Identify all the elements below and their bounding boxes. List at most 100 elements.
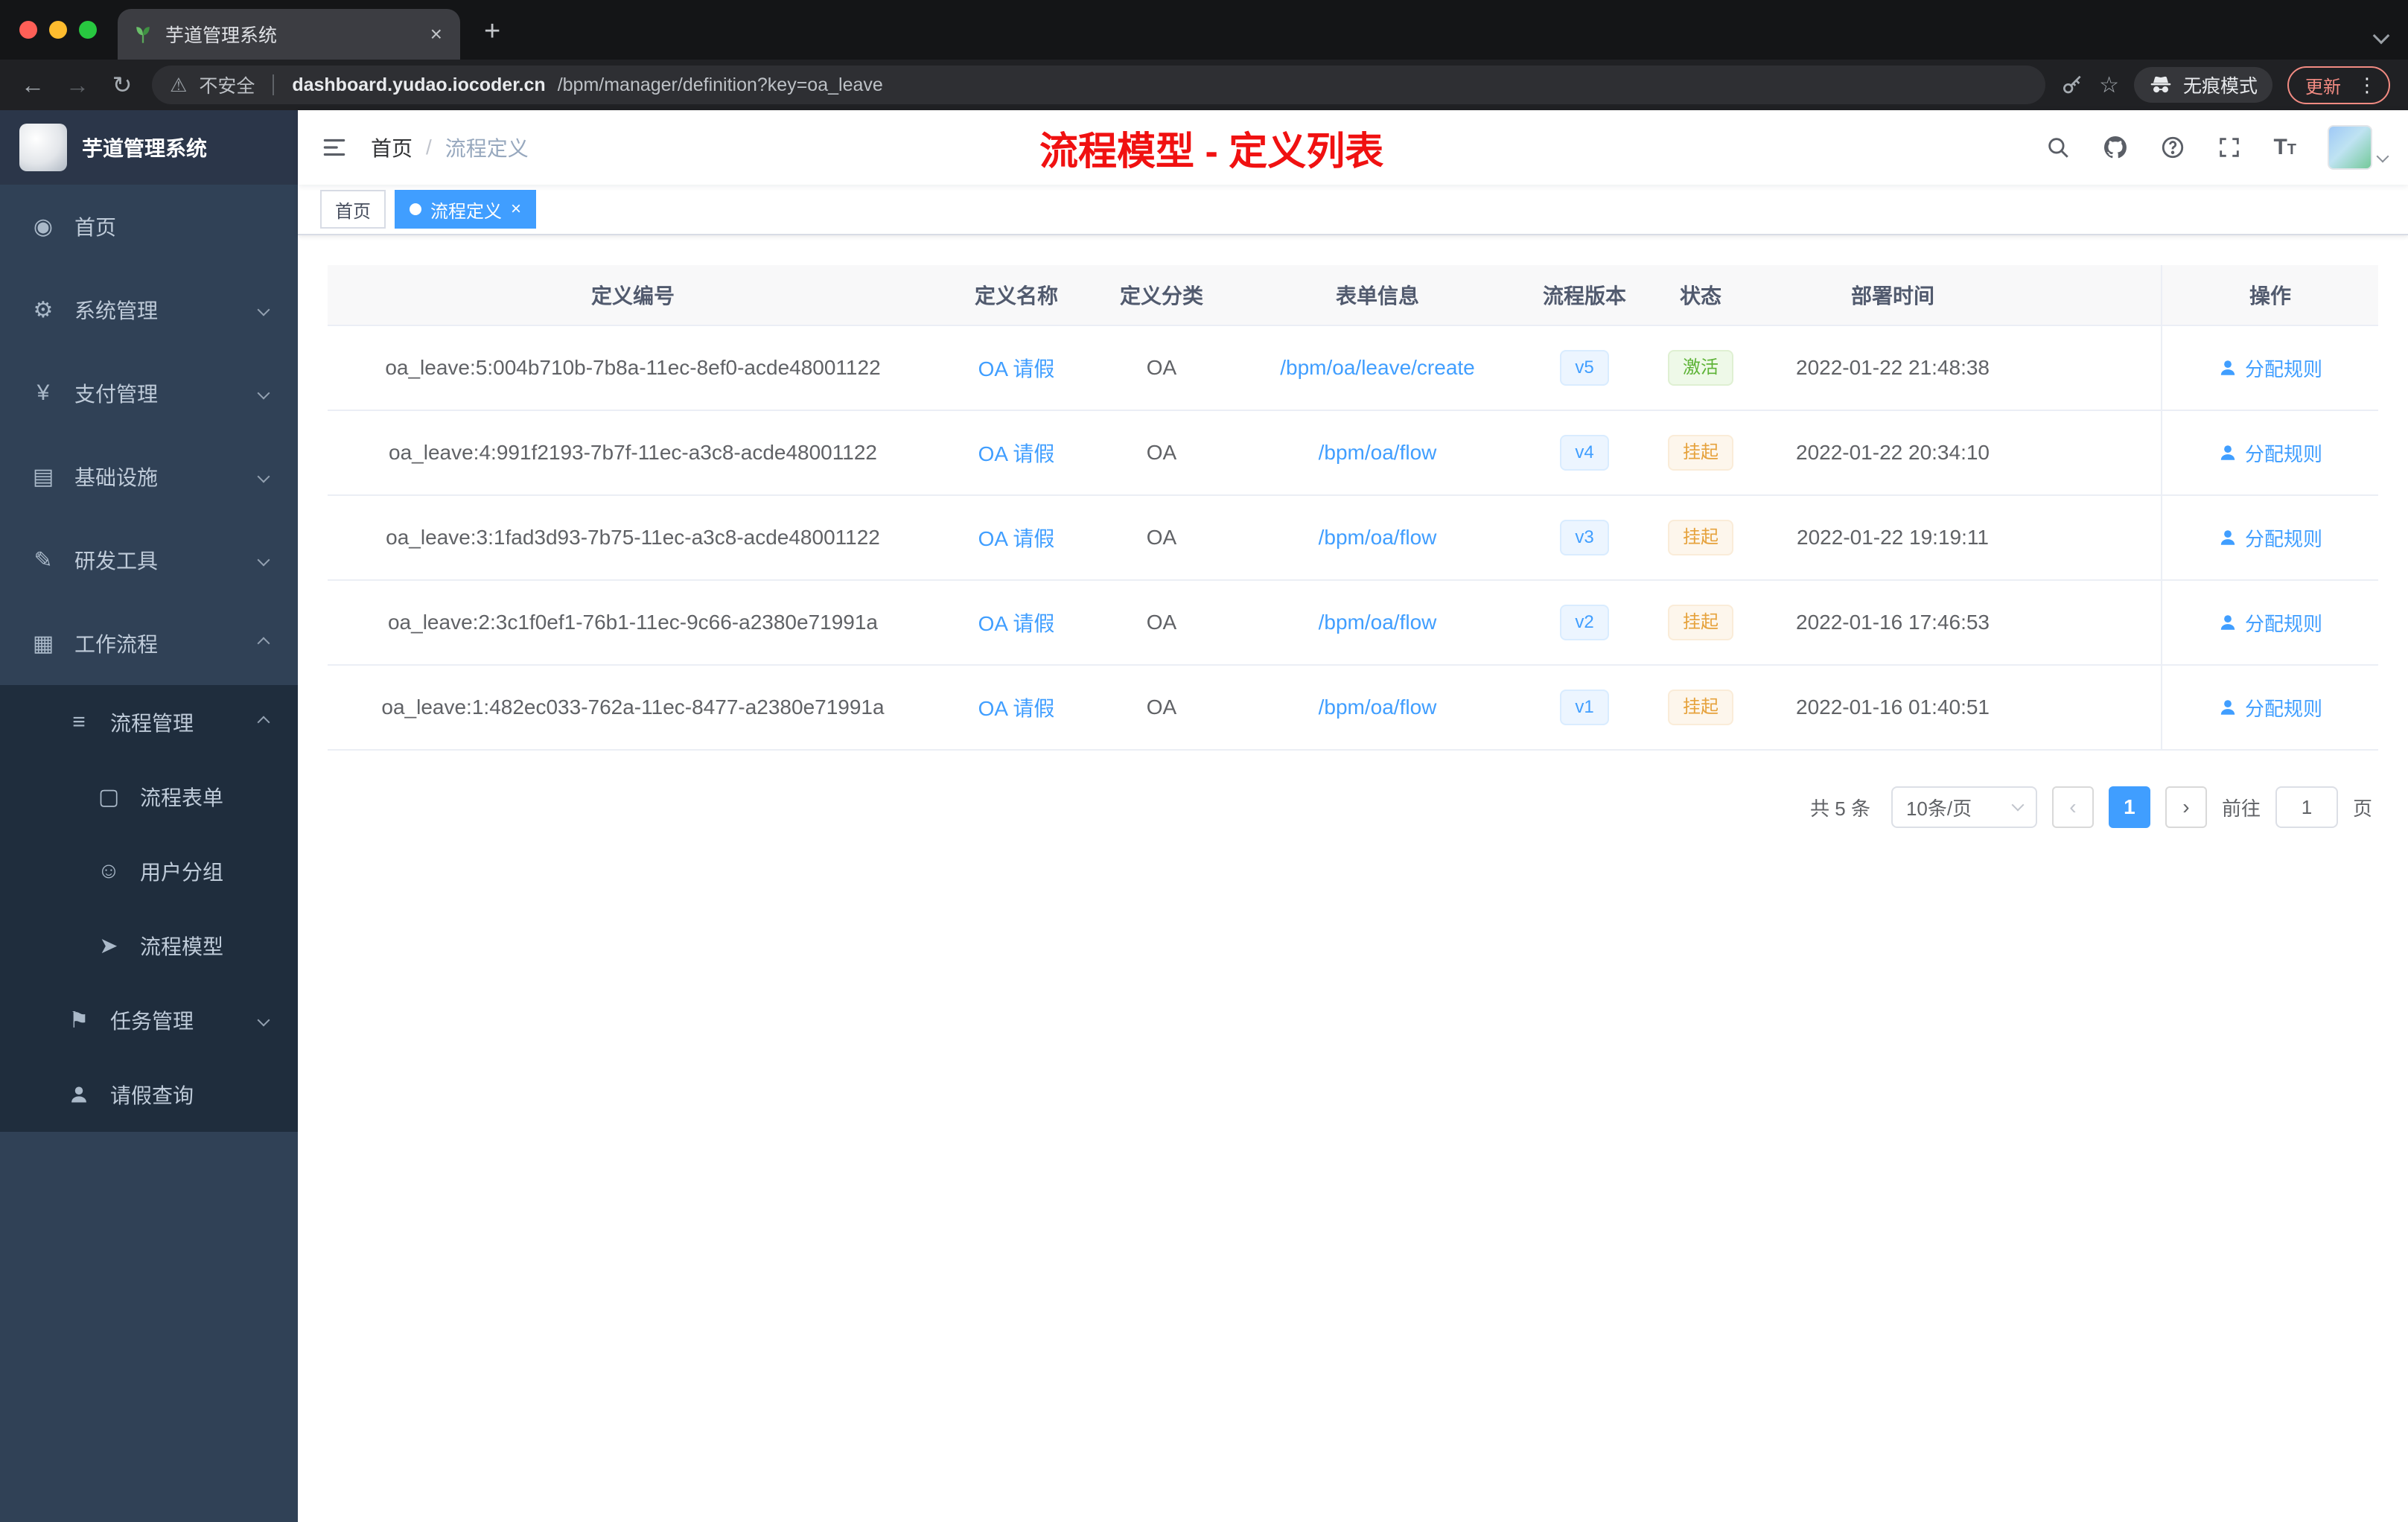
security-label: 不安全 [199,76,255,97]
security-warning-icon[interactable]: ⚠ [170,74,187,97]
sidebar-item-task-management[interactable]: ⚑ 任务管理 [0,983,298,1057]
prev-page-button[interactable]: ‹ [2051,786,2094,828]
definition-name-link[interactable]: OA 请假 [978,608,1055,637]
col-status: 状态 [1679,284,1721,308]
breadcrumb: 首页 / 流程定义 [371,133,529,162]
tag-close-icon[interactable]: × [511,200,521,218]
password-key-icon[interactable] [2060,73,2084,97]
chevron-up-icon [257,716,270,729]
page-size-select[interactable]: 10条/页 [1891,786,2037,828]
form-link[interactable]: /bpm/oa/flow [1319,526,1437,550]
sidebar-item-devtools[interactable]: ✎ 研发工具 [0,518,298,602]
form-link[interactable]: /bpm/oa/leave/create [1280,356,1475,380]
forward-button[interactable]: → [63,71,92,99]
window-zoom-button[interactable] [79,21,97,39]
definition-category: OA [1146,526,1177,549]
tab-close-icon[interactable]: × [427,22,445,46]
col-definition-category: 定义分类 [1119,284,1203,308]
sidebar-item-user-group[interactable]: ☺ 用户分组 [0,834,298,908]
help-icon[interactable] [2160,135,2185,160]
deploy-time: 2022-01-22 20:34:10 [1796,441,1990,464]
status-badge: 挂起 [1668,435,1733,471]
definition-category: OA [1146,441,1177,464]
sidebar-collapse-icon[interactable] [298,133,371,162]
reload-button[interactable]: ↻ [107,71,137,99]
sidebar-item-payment[interactable]: ¥ 支付管理 [0,351,298,435]
sidebar-item-workflow[interactable]: ▦ 工作流程 [0,602,298,685]
col-actions: 操作 [2161,265,2378,325]
users-icon: ☺ [97,859,121,883]
sidebar-item-process-form[interactable]: ▢ 流程表单 [0,760,298,834]
window-minimize-button[interactable] [49,21,67,39]
definition-name-link[interactable]: OA 请假 [978,353,1055,383]
avatar [2328,125,2372,170]
favicon-leaf-icon [136,27,150,43]
next-page-button[interactable]: › [2165,786,2207,828]
sidebar-item-process-model[interactable]: ➤ 流程模型 [0,908,298,983]
sidebar-item-infrastructure[interactable]: ▤ 基础设施 [0,435,298,518]
sidebar-item-process-management[interactable]: ≡ 流程管理 [0,685,298,760]
goto-label: 前往 [2221,797,2261,820]
person-icon [2220,700,2235,715]
fullscreen-icon[interactable] [2217,135,2242,160]
back-button[interactable]: ← [18,71,48,99]
form-link[interactable]: /bpm/oa/flow [1319,611,1437,634]
new-tab-button[interactable]: + [460,16,500,60]
sidebar-item-label: 工作流程 [74,633,159,656]
browser-tabstrip: 芋道管理系统 × + [0,0,2408,60]
github-icon[interactable] [2102,134,2129,161]
form-link[interactable]: /bpm/oa/flow [1319,441,1437,465]
sidebar-logo[interactable]: 芋道管理系统 [0,110,298,185]
yen-icon: ¥ [36,380,50,405]
page-content: 定义编号 定义名称 定义分类 表单信息 流程版本 状态 部署时间 操作 oa_l… [298,235,2408,1522]
user-avatar-menu[interactable] [2328,125,2389,170]
deploy-time: 2022-01-22 19:19:11 [1797,526,1989,549]
definition-name-link[interactable]: OA 请假 [978,438,1055,468]
assign-rule-link[interactable]: 分配规则 [2218,439,2322,467]
sidebar-item-home[interactable]: ◉ 首页 [0,185,298,268]
tag-home[interactable]: 首页 [320,190,386,229]
definition-id: oa_leave:3:1fad3d93-7b75-11ec-a3c8-acde4… [386,526,880,549]
update-label: 更新 [2305,77,2341,98]
assign-rule-link[interactable]: 分配规则 [2218,524,2322,552]
form-link[interactable]: /bpm/oa/flow [1319,695,1437,719]
assign-rule-link[interactable]: 分配规则 [2218,609,2322,637]
goto-unit-label: 页 [2352,797,2372,820]
sidebar-item-label: 流程管理 [110,712,194,735]
tab-search-chevron-icon[interactable] [2372,27,2390,45]
font-size-icon[interactable]: TT [2273,136,2296,159]
definition-name-link[interactable]: OA 请假 [978,692,1055,722]
breadcrumb-separator: / [426,136,432,159]
address-bar[interactable]: ⚠ 不安全 dashboard.yudao.iocoder.cn/bpm/man… [152,66,2046,104]
sidebar-item-leave-query[interactable]: 请假查询 [0,1057,298,1132]
breadcrumb-home[interactable]: 首页 [371,133,413,162]
goto-page-input[interactable] [2275,786,2338,828]
sidebar-item-label: 支付管理 [74,383,159,406]
browser-tab[interactable]: 芋道管理系统 × [118,9,460,60]
flag-icon: ⚑ [69,1007,89,1033]
definition-id: oa_leave:4:991f2193-7b7f-11ec-a3c8-acde4… [389,441,877,464]
sidebar-item-system[interactable]: ⚙ 系统管理 [0,268,298,351]
sidebar-item-label: 研发工具 [74,550,159,573]
sidebar-item-label: 任务管理 [110,1010,194,1033]
browser-menu-kebab-icon[interactable]: ⋮ [2351,74,2383,97]
app-header: 首页 / 流程定义 流程模型 - 定义列表 T T [298,110,2408,185]
version-badge: v3 [1560,520,1609,555]
bookmark-star-icon[interactable]: ☆ [2099,72,2119,98]
page-number-button[interactable]: 1 [2108,786,2150,828]
assign-rule-link[interactable]: 分配规则 [2218,354,2322,382]
sidebar-item-label: 首页 [74,216,117,239]
definition-id: oa_leave:1:482ec033-762a-11ec-8477-a2380… [381,695,885,719]
deploy-time: 2022-01-22 21:48:38 [1796,356,1990,379]
search-icon[interactable] [2045,135,2071,160]
tab-title: 芋道管理系统 [165,25,278,46]
tag-process-definition[interactable]: 流程定义 × [395,190,537,229]
update-chrome-button[interactable]: 更新 ⋮ [2287,66,2390,104]
chevron-down-icon [257,386,270,400]
definition-name-link[interactable]: OA 请假 [978,523,1055,553]
assign-rule-link[interactable]: 分配规则 [2218,694,2322,722]
window-close-button[interactable] [19,21,37,39]
